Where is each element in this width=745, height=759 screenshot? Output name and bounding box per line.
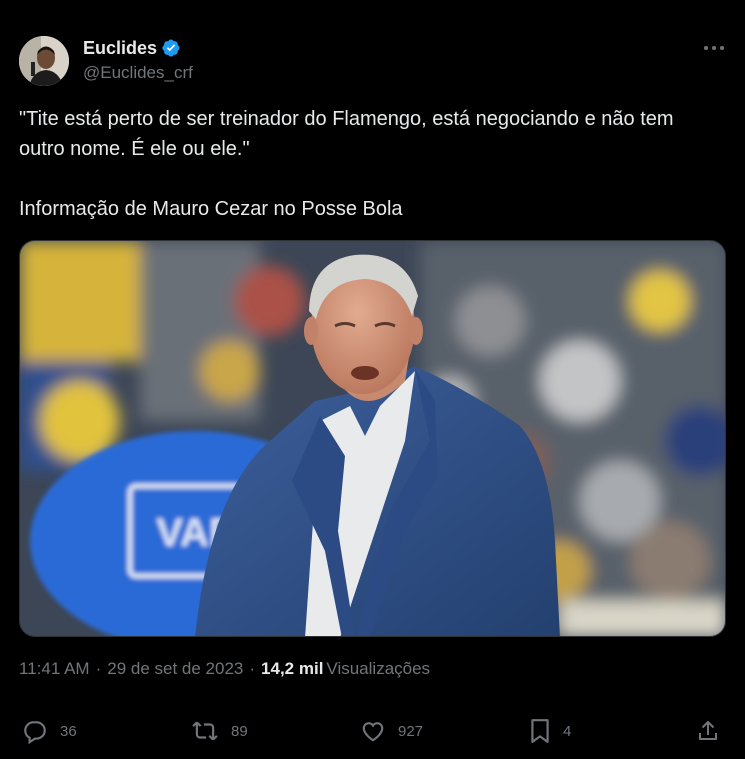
tweet-media-photo[interactable]: VAR	[19, 240, 726, 637]
reply-button[interactable]: 36	[22, 718, 77, 744]
reply-count: 36	[60, 722, 77, 740]
like-count: 927	[398, 722, 424, 740]
name-row: Euclides	[83, 36, 193, 60]
share-icon	[699, 721, 717, 740]
repost-icon	[192, 721, 218, 741]
bookmark-count: 4	[563, 722, 572, 740]
avatar[interactable]	[19, 36, 69, 86]
action-bar: 36 89 927 4	[22, 718, 722, 748]
verified-badge-icon[interactable]	[161, 38, 181, 58]
tweet-time[interactable]: 11:41 AM	[19, 659, 90, 679]
bookmark-icon	[531, 719, 549, 743]
views-count: 14,2 mil	[261, 659, 324, 678]
handle[interactable]: @Euclides_crf	[83, 63, 193, 83]
tweet-text-source: Informação de Mauro Cezar no Posse Bola	[19, 198, 403, 220]
views-label: Visualizações	[326, 659, 431, 678]
bookmark-button[interactable]: 4	[529, 718, 571, 744]
display-name[interactable]: Euclides	[83, 38, 157, 59]
like-button[interactable]: 927	[360, 718, 423, 744]
tweet-text-quote: "Tite está perto de ser treinador do Fla…	[19, 108, 674, 160]
reply-icon	[24, 721, 46, 744]
meta-separator: ·	[249, 659, 256, 678]
repost-count: 89	[231, 722, 248, 740]
tweet: Euclides @Euclides_crf "Tite está perto …	[0, 0, 745, 759]
more-options-icon[interactable]	[704, 40, 724, 56]
meta-separator: ·	[95, 659, 102, 678]
repost-button[interactable]: 89	[191, 718, 248, 744]
share-button[interactable]	[696, 718, 720, 744]
tweet-meta: 11:41 AM · 29 de set de 2023 · 14,2 mil …	[19, 659, 430, 679]
author-info: Euclides @Euclides_crf	[83, 36, 193, 83]
tweet-date[interactable]: 29 de set de 2023	[107, 659, 243, 679]
like-icon	[362, 722, 384, 742]
tweet-text: "Tite está perto de ser treinador do Fla…	[19, 104, 719, 224]
